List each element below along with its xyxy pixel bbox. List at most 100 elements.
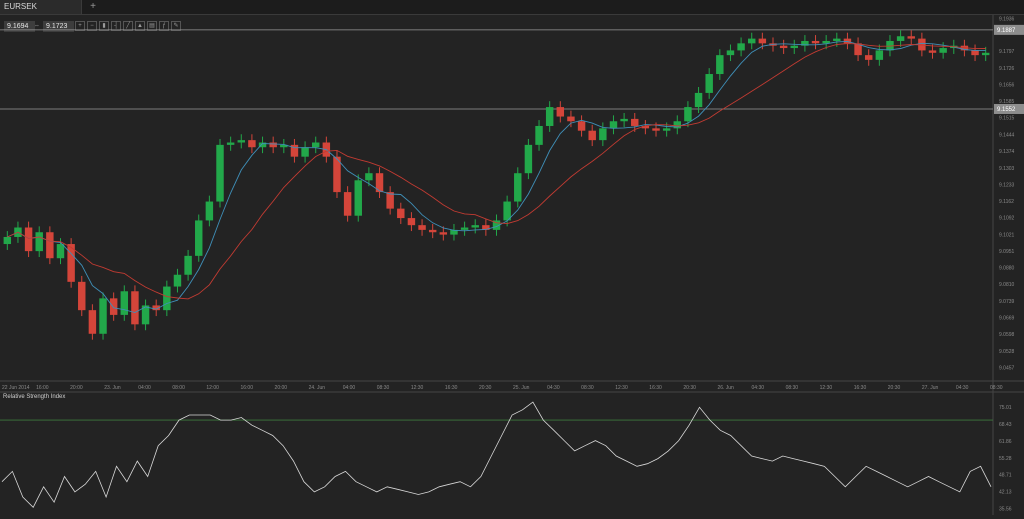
x-tick-label: 27. Jun <box>922 385 939 391</box>
candle-up <box>205 201 214 221</box>
candle-up <box>716 55 724 75</box>
candle-down <box>343 192 352 216</box>
y-tick-label: 9.1936 <box>999 16 1015 22</box>
y-tick-label: 9.0810 <box>999 282 1015 288</box>
candle-down <box>24 227 33 252</box>
candle-up <box>163 286 171 311</box>
candle-down <box>407 218 416 226</box>
x-tick-label: 04:30 <box>956 385 969 391</box>
x-tick-label: 08:30 <box>786 385 799 391</box>
level-price-label: 9.1552 <box>997 107 1016 113</box>
indicator-title: Relative Strength Index <box>3 394 66 400</box>
y-tick-label: 9.0528 <box>999 349 1015 355</box>
candle-up <box>301 147 309 157</box>
x-tick-label: 23. Jun <box>104 385 121 391</box>
candle-up <box>184 255 192 275</box>
candle-down <box>971 50 979 56</box>
x-tick-label: 04:30 <box>752 385 765 391</box>
x-tick-label: 26. Jun <box>717 385 734 391</box>
y-tick-label: 9.0880 <box>999 266 1015 272</box>
candle-up <box>226 142 235 145</box>
y-tick-label: 9.0598 <box>999 332 1015 338</box>
candle-up <box>694 92 703 108</box>
y-tick-label: 9.1162 <box>999 199 1014 205</box>
candle-up <box>684 107 692 122</box>
y-tick-label: 9.1444 <box>999 132 1015 138</box>
moving-average-slow <box>7 43 986 300</box>
x-tick-label: 16:30 <box>445 385 458 391</box>
x-tick-label: 12:30 <box>820 385 833 391</box>
candle-up <box>524 144 533 174</box>
candle-up <box>545 107 554 126</box>
candle-down <box>397 208 405 219</box>
candle-up <box>875 50 884 60</box>
candle-up <box>216 144 224 202</box>
y-tick-label: 9.1374 <box>999 149 1015 155</box>
candle-down <box>907 36 915 39</box>
x-tick-label: 12:30 <box>615 385 628 391</box>
candle-up <box>790 45 798 49</box>
candle-down <box>567 116 575 122</box>
y-tick-label: 9.1515 <box>999 116 1015 122</box>
x-tick-label: 16:00 <box>240 385 253 391</box>
candle-down <box>556 107 565 117</box>
candle-up <box>35 232 43 252</box>
candle-up <box>195 220 203 256</box>
candle-down <box>652 128 660 131</box>
candle-down <box>439 232 448 235</box>
candle-down <box>248 140 256 148</box>
candle-down <box>418 225 426 230</box>
candle-up <box>981 52 990 56</box>
candle-up <box>896 36 905 41</box>
candle-up <box>620 118 628 122</box>
candle-up <box>354 180 362 216</box>
y-tick-label: 9.0669 <box>999 315 1015 321</box>
x-tick-label: 25. Jun <box>513 385 530 391</box>
rsi-tick-label: 48.71 <box>999 473 1012 479</box>
rsi-tick-label: 61.86 <box>999 439 1012 445</box>
candle-up <box>237 140 245 143</box>
x-tick-label: 08:00 <box>172 385 185 391</box>
candle-down <box>631 118 639 126</box>
candle-up <box>726 50 735 56</box>
x-tick-label: 04:00 <box>343 385 356 391</box>
candle-down <box>428 229 437 233</box>
candle-up <box>460 227 469 230</box>
candle-up <box>535 125 543 145</box>
x-tick-label: 20:00 <box>275 385 288 391</box>
x-tick-label: 12:00 <box>206 385 219 391</box>
candle-down <box>928 50 937 53</box>
x-tick-label: 20:30 <box>888 385 901 391</box>
rsi-tick-label: 75.01 <box>999 405 1012 411</box>
candle-up <box>705 74 713 93</box>
rsi-line <box>1 401 992 508</box>
candle-up <box>311 142 320 148</box>
x-tick-label: 22 Jun 2014 <box>2 385 30 391</box>
candle-down <box>864 55 873 60</box>
y-tick-label: 9.1797 <box>999 49 1015 55</box>
candle-up <box>609 121 618 129</box>
candle-down <box>386 192 394 209</box>
price-chart[interactable]: 9.19369.18879.17979.17269.16569.15859.15… <box>0 0 1024 519</box>
candle-up <box>599 128 607 141</box>
x-tick-label: 20:30 <box>683 385 696 391</box>
x-tick-label: 08:30 <box>990 385 1003 391</box>
y-tick-label: 9.1021 <box>999 232 1015 238</box>
x-tick-label: 16:00 <box>36 385 49 391</box>
candle-up <box>514 173 522 202</box>
rsi-tick-label: 35.56 <box>999 506 1012 512</box>
rsi-tick-label: 55.28 <box>999 456 1012 462</box>
candle-down <box>78 281 86 311</box>
moving-average-fast <box>7 40 986 313</box>
candle-down <box>588 130 596 141</box>
x-tick-label: 16:30 <box>854 385 867 391</box>
candle-up <box>56 244 65 259</box>
candle-up <box>3 236 12 245</box>
candle-up <box>120 291 129 315</box>
x-tick-label: 20:00 <box>70 385 83 391</box>
candle-up <box>833 38 841 41</box>
candle-down <box>109 298 118 315</box>
candle-up <box>99 298 107 334</box>
candle-down <box>577 121 586 131</box>
rsi-tick-label: 42.13 <box>999 490 1012 496</box>
